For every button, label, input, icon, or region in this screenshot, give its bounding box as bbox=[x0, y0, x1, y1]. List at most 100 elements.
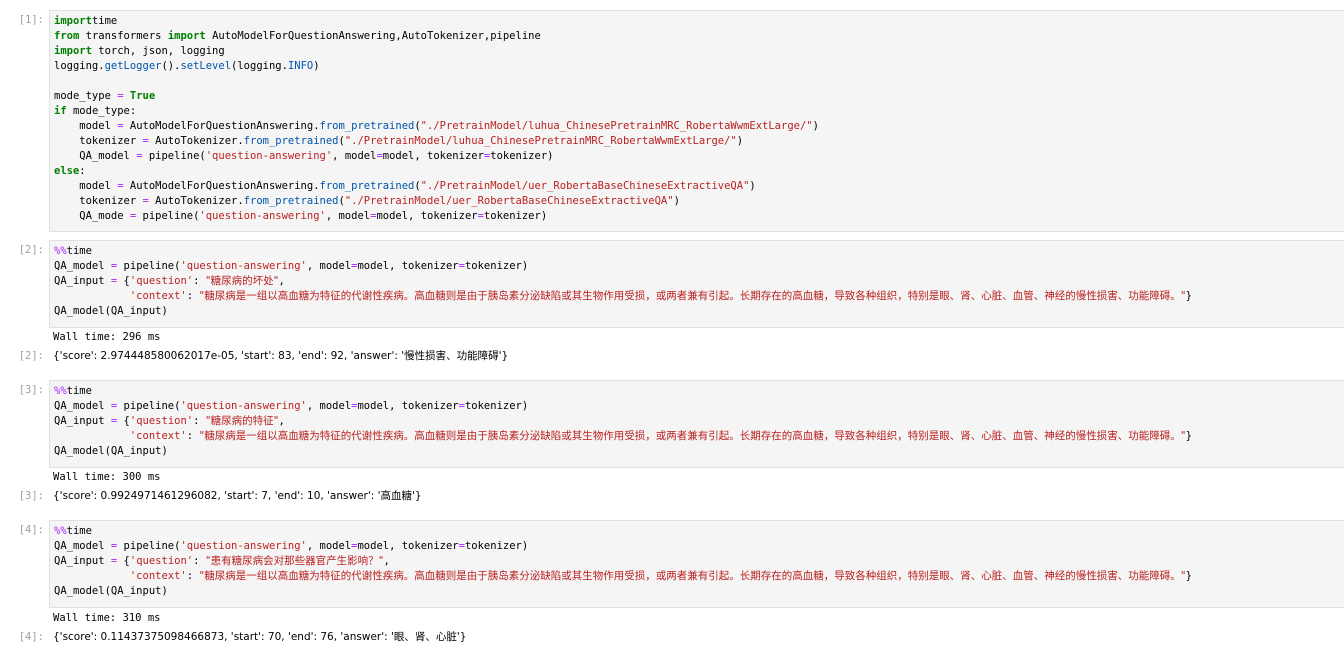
code-token: model, tokenizer bbox=[357, 260, 459, 272]
output-prompt: [2]: bbox=[18, 350, 44, 362]
code-token: } bbox=[1185, 290, 1192, 302]
code-line: from transformers import AutoModelForQue… bbox=[54, 29, 541, 44]
code-line: QA_model = pipeline('question-answering'… bbox=[54, 149, 553, 164]
code-token: , model bbox=[325, 210, 371, 222]
code-token: from_pretrained bbox=[319, 180, 415, 192]
code-token: "糖尿病的特征" bbox=[205, 415, 279, 427]
code-cell-input[interactable]: %%time QA_model = pipeline('question-answ… bbox=[49, 520, 1344, 608]
code-token: QA_model(QA_input) bbox=[54, 585, 168, 597]
code-token: "糖尿病是一组以高血糖为特征的代谢性疾病。高血糖则是由于胰岛素分泌缺陷或其生物作… bbox=[199, 430, 1186, 442]
code-token: "./PretrainModel/uer_RobertaBaseChineseE… bbox=[344, 195, 674, 207]
code-token: : bbox=[193, 275, 206, 287]
code-token: , model bbox=[306, 260, 352, 272]
code-token: QA_mode bbox=[54, 210, 130, 222]
code-line: 'context': "糖尿病是一组以高血糖为特征的代谢性疾病。高血糖则是由于胰… bbox=[54, 569, 1192, 584]
code-token: getLogger bbox=[104, 60, 162, 72]
input-prompt: [1]: bbox=[18, 14, 44, 26]
result-output: {'score': 0.9924971461296082, 'start': 7… bbox=[49, 489, 1344, 504]
code-token: 'context' bbox=[129, 570, 187, 582]
code-cell-input[interactable]: %%time QA_model = pipeline('question-answ… bbox=[49, 240, 1344, 328]
code-token: { bbox=[117, 555, 130, 567]
code-line: model = AutoModelForQuestionAnswering.fr… bbox=[54, 119, 819, 134]
code-token: time bbox=[91, 15, 118, 27]
code-token: torch, json, logging bbox=[91, 45, 225, 57]
code-token: 'question-answering' bbox=[205, 150, 333, 162]
code-token: 'context' bbox=[129, 290, 187, 302]
output-prompt: [4]: bbox=[18, 631, 44, 643]
code-token: , bbox=[278, 415, 285, 427]
code-line: QA_model(QA_input) bbox=[54, 304, 168, 319]
code-token: tokenizer) bbox=[483, 210, 548, 222]
code-token: } bbox=[1185, 430, 1192, 442]
code-token: {'score': 0.11437375098466873, 'start': … bbox=[53, 631, 467, 643]
code-token: mode_type: bbox=[66, 105, 137, 117]
code-line: QA_model(QA_input) bbox=[54, 584, 168, 599]
code-token: AutoModelForQuestionAnswering,AutoTokeni… bbox=[205, 30, 541, 42]
code-token: AutoModelForQuestionAnswering. bbox=[123, 180, 320, 192]
stdout-text: Wall time: 300 ms bbox=[53, 471, 161, 483]
code-token: %% bbox=[54, 385, 67, 397]
code-token: "./PretrainModel/luhua_ChinesePretrainMR… bbox=[420, 120, 813, 132]
code-token: tokenizer bbox=[54, 195, 143, 207]
code-token: time bbox=[66, 525, 92, 537]
code-token: QA_model bbox=[54, 150, 137, 162]
code-token: import bbox=[54, 45, 92, 57]
code-line: tokenizer = AutoTokenizer.from_pretraine… bbox=[54, 134, 743, 149]
code-line: importtime bbox=[54, 14, 117, 29]
code-token: "./PretrainModel/uer_RobertaBaseChineseE… bbox=[420, 180, 750, 192]
code-token: INFO bbox=[287, 60, 314, 72]
input-prompt: [3]: bbox=[18, 384, 44, 396]
code-token: : bbox=[186, 430, 200, 442]
code-token: time bbox=[66, 245, 92, 257]
code-line: if mode_type: bbox=[54, 104, 136, 119]
code-token: "患有糖尿病会对那些器官产生影响？" bbox=[205, 555, 384, 567]
code-line: QA_input = {'question': "糖尿病的坏处", bbox=[54, 274, 285, 289]
code-cell-input[interactable]: %%time QA_model = pipeline('question-answ… bbox=[49, 380, 1344, 468]
code-token: 'question-answering' bbox=[180, 400, 307, 412]
code-token: from bbox=[54, 30, 80, 42]
code-token: (logging. bbox=[231, 60, 288, 72]
code-token: {'score': 0.9924971461296082, 'start': 7… bbox=[53, 490, 422, 502]
code-token: 'question' bbox=[129, 415, 194, 427]
code-token: model, tokenizer bbox=[357, 540, 459, 552]
code-token: import bbox=[167, 30, 206, 42]
code-token: QA_model bbox=[54, 260, 111, 272]
code-cell-input[interactable]: importtime from transformers import AutoM… bbox=[49, 10, 1344, 232]
code-token: ) bbox=[749, 180, 756, 192]
code-token: tokenizer bbox=[54, 135, 143, 147]
code-token: pipeline( bbox=[117, 400, 181, 412]
code-token: : bbox=[193, 555, 206, 567]
code-token: : bbox=[186, 570, 200, 582]
stdout-text: Wall time: 296 ms bbox=[53, 331, 161, 343]
code-token: : bbox=[186, 290, 200, 302]
code-token: ) bbox=[812, 120, 819, 132]
code-token: else bbox=[54, 165, 80, 177]
code-token: pipeline( bbox=[117, 260, 181, 272]
code-line: logging.getLogger().setLevel(logging.INF… bbox=[54, 59, 320, 74]
code-token: QA_model bbox=[54, 540, 111, 552]
code-token: ) bbox=[673, 195, 680, 207]
code-line: model = AutoModelForQuestionAnswering.fr… bbox=[54, 179, 756, 194]
code-line: mode_type = True bbox=[54, 89, 155, 104]
code-token: transformers bbox=[79, 30, 168, 42]
code-line: QA_mode = pipeline('question-answering',… bbox=[54, 209, 547, 224]
code-token: "糖尿病是一组以高血糖为特征的代谢性疾病。高血糖则是由于胰岛素分泌缺陷或其生物作… bbox=[199, 570, 1186, 582]
code-token: pipeline( bbox=[136, 210, 200, 222]
code-token: ) bbox=[736, 135, 744, 147]
code-token: tokenizer) bbox=[464, 540, 529, 552]
code-token: QA_input bbox=[54, 275, 111, 287]
code-token: setLevel bbox=[180, 60, 232, 72]
code-token: , bbox=[383, 555, 390, 567]
code-token: "糖尿病的坏处" bbox=[205, 275, 279, 287]
code-token: AutoModelForQuestionAnswering. bbox=[123, 120, 320, 132]
code-line: QA_model = pipeline('question-answering'… bbox=[54, 399, 528, 414]
code-token: from_pretrained bbox=[243, 135, 339, 147]
code-token: model, tokenizer bbox=[382, 150, 484, 162]
code-token: pipeline( bbox=[142, 150, 206, 162]
stdout-output: Wall time: 296 ms bbox=[49, 330, 1344, 345]
code-token: 'question' bbox=[129, 555, 194, 567]
code-line: %%time bbox=[54, 524, 92, 539]
code-token: "糖尿病是一组以高血糖为特征的代谢性疾病。高血糖则是由于胰岛素分泌缺陷或其生物作… bbox=[199, 290, 1186, 302]
